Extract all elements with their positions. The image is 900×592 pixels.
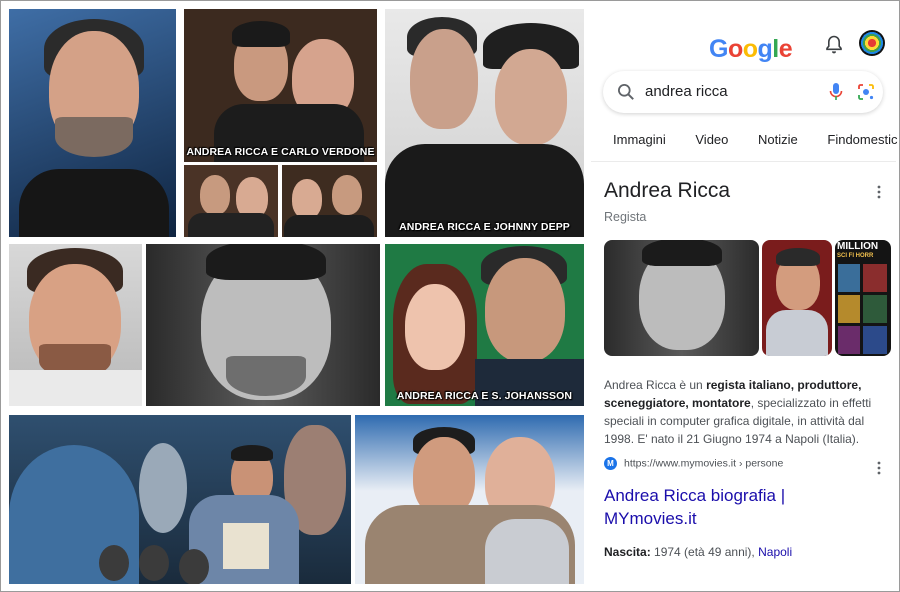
photo-caption: ANDREA RICCA E CARLO VERDONE <box>186 146 375 158</box>
logo-letter: o <box>742 35 758 63</box>
more-vert-icon[interactable] <box>877 185 881 199</box>
entity-subtitle: Regista <box>604 210 647 224</box>
photo-event[interactable] <box>355 415 584 584</box>
photo-smiling[interactable] <box>9 244 142 406</box>
photo-caption: ANDREA RICCA E JOHNNY DEPP <box>399 221 570 233</box>
search-bar[interactable]: andrea ricca <box>603 71 883 113</box>
search-tabs: Immagini Video Notizie Findomestic <box>613 132 900 147</box>
source-url[interactable]: https://www.mymovies.it › persone <box>624 457 783 469</box>
tab-immagini[interactable]: Immagini <box>613 132 666 147</box>
avatar[interactable] <box>859 30 885 56</box>
photo-creatures[interactable] <box>9 415 351 584</box>
bell-icon[interactable] <box>825 35 843 55</box>
photo-small-left[interactable] <box>184 165 278 237</box>
search-query[interactable]: andrea ricca <box>645 83 728 100</box>
tabs-divider <box>591 161 896 162</box>
entity-title: Andrea Ricca <box>604 179 731 202</box>
birthplace-link[interactable]: Napoli <box>758 545 792 559</box>
logo-letter: o <box>727 35 743 63</box>
photo-bw[interactable] <box>146 244 380 406</box>
logo-letter: e <box>778 35 793 63</box>
source-line: Mhttps://www.mymovies.it › persone <box>604 457 884 470</box>
mymovies-favicon: M <box>604 457 617 470</box>
tab-findomestic[interactable]: Findomestic <box>827 132 897 147</box>
search-icon <box>618 84 634 100</box>
birth-fact: Nascita: 1974 (età 49 anni), Napoli <box>604 545 792 559</box>
google-logo[interactable]: Google <box>709 35 793 64</box>
photo-depp[interactable]: ANDREA RICCA E JOHNNY DEPP <box>385 9 584 237</box>
google-panel: Google andrea ricca Immagini Video Notiz… <box>591 1 897 591</box>
logo-letter: g <box>757 35 773 63</box>
logo-letter: G <box>709 35 728 63</box>
screenshot-frame: ANDREA RICCA E CARLO VERDONE ANDREA RICC… <box>0 0 900 592</box>
thumbnail-image[interactable] <box>762 240 832 356</box>
poster-title: MILLION <box>837 241 879 252</box>
photo-caption: ANDREA RICCA E S. JOHANSSON <box>396 390 573 402</box>
fact-value: 1974 (età 49 anni), <box>650 545 759 559</box>
entity-description: Andrea Ricca è un regista italiano, prod… <box>604 376 886 448</box>
thumbnail-poster[interactable]: MILLION SCI FI HORR <box>835 240 891 356</box>
tab-notizie[interactable]: Notizie <box>758 132 798 147</box>
photo-johansson[interactable]: ANDREA RICCA E S. JOHANSSON <box>385 244 584 406</box>
description-text: Andrea Ricca è un <box>604 378 707 392</box>
more-vert-icon[interactable] <box>877 461 881 475</box>
photo-small-right[interactable] <box>282 165 377 237</box>
photo-portrait[interactable] <box>9 9 176 237</box>
poster-subtitle: SCI FI HORR <box>837 253 874 259</box>
fact-label: Nascita: <box>604 545 651 559</box>
thumbnail-image[interactable] <box>604 240 759 356</box>
photo-verdone[interactable]: ANDREA RICCA E CARLO VERDONE <box>184 9 377 162</box>
lens-icon[interactable] <box>857 83 875 101</box>
tab-video[interactable]: Video <box>695 132 728 147</box>
mic-icon[interactable] <box>829 82 843 102</box>
biography-link[interactable]: Andrea Ricca biografia | MYmovies.it <box>604 484 864 530</box>
